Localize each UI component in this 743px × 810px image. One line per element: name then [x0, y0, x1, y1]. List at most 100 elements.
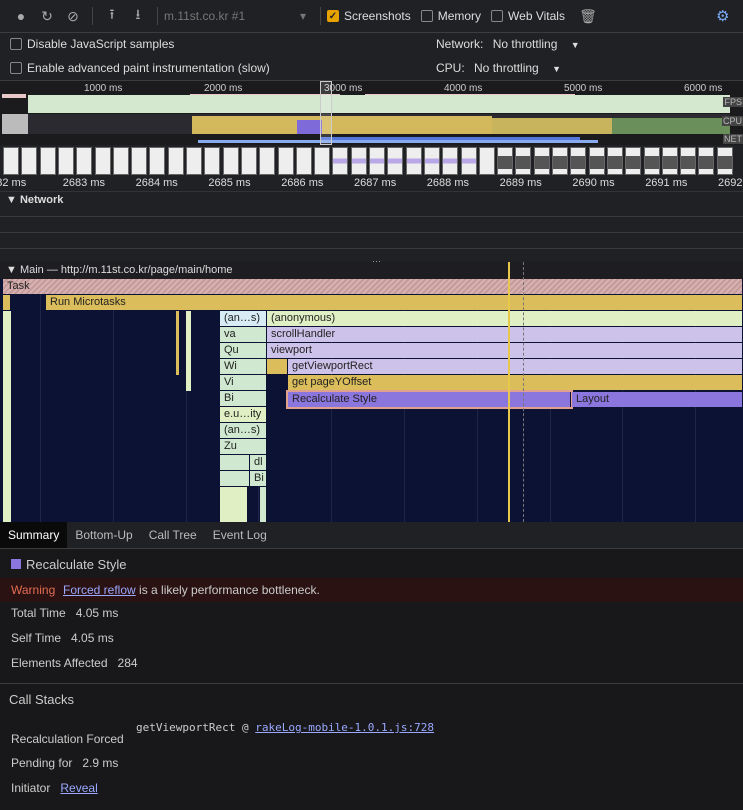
source-link[interactable]: rakeLog-mobile-1.0.1.js:728 — [255, 721, 434, 734]
flame-scroll-handler[interactable]: scrollHandler — [267, 327, 743, 342]
flame-wi[interactable]: Wi — [220, 359, 267, 374]
screenshot-thumbnail[interactable] — [625, 147, 642, 175]
memory-checkbox[interactable] — [420, 10, 433, 22]
ruler-label: 4000 ms — [444, 83, 483, 94]
expand-arrow-icon[interactable]: ▼ — [6, 264, 17, 276]
screenshot-thumbnail[interactable] — [204, 147, 221, 175]
adv-paint-checkbox[interactable] — [10, 62, 22, 74]
flame-eu-ity[interactable]: e.u…ity — [220, 407, 267, 422]
screenshot-thumbnail[interactable] — [570, 147, 587, 175]
flame-anon-short-2[interactable]: (an…s) — [220, 423, 267, 438]
gear-icon[interactable]: ⚙ — [716, 7, 729, 25]
disable-js-label: Disable JavaScript samples — [27, 37, 175, 51]
main-track-header[interactable]: ▼ Main — http://m.11st.co.kr/page/main/h… — [0, 262, 743, 279]
time-tick-label: 2682 ms — [0, 177, 27, 189]
screenshot-thumbnail[interactable] — [350, 147, 367, 175]
time-tick-label: 2685 ms — [208, 177, 251, 189]
tab-call-tree[interactable]: Call Tree — [141, 522, 205, 548]
flame-qu[interactable]: Qu — [220, 343, 267, 358]
flame-va[interactable]: va — [220, 327, 267, 342]
web-vitals-checkbox[interactable] — [491, 10, 504, 22]
screenshot-thumbnail[interactable] — [332, 147, 349, 175]
screenshot-thumbnail[interactable] — [112, 147, 129, 175]
flame-bi[interactable]: Bi — [220, 391, 267, 406]
tab-bottom-up[interactable]: Bottom-Up — [67, 522, 140, 548]
upload-icon[interactable]: ⭱ — [99, 4, 125, 28]
cpu-throttle-select[interactable]: No throttling ▼ — [474, 61, 561, 75]
flame-get-page-y-offset[interactable]: get pageYOffset — [288, 375, 743, 390]
screenshot-thumbnail[interactable] — [21, 147, 38, 175]
capture-settings: Disable JavaScript samples Enable advanc… — [0, 34, 743, 81]
flame-vi[interactable]: Vi — [220, 375, 267, 390]
screenshot-thumbnail[interactable] — [222, 147, 239, 175]
download-icon[interactable]: ⭳ — [125, 4, 151, 28]
screenshot-thumbnail[interactable] — [515, 147, 532, 175]
screenshot-thumbnail[interactable] — [94, 147, 111, 175]
selection-window[interactable] — [320, 81, 332, 145]
chevron-down-icon: ▾ — [299, 9, 306, 23]
screenshot-thumbnail[interactable] — [76, 147, 93, 175]
screenshot-thumbnail[interactable] — [186, 147, 202, 175]
trash-icon[interactable]: 🗑 — [575, 8, 601, 25]
flame-zu[interactable]: Zu — [220, 439, 267, 454]
main-thread-flamechart[interactable]: ▼ Main — http://m.11st.co.kr/page/main/h… — [0, 262, 743, 522]
clear-icon[interactable]: ⊘ — [60, 8, 86, 25]
screenshot-thumbnail[interactable] — [442, 147, 459, 175]
screenshot-thumbnail[interactable] — [240, 147, 257, 175]
screenshot-thumbnail[interactable] — [680, 147, 697, 175]
screenshot-thumbnail[interactable] — [661, 147, 678, 175]
record-icon[interactable]: ● — [8, 8, 34, 24]
screenshot-thumbnail[interactable] — [423, 147, 440, 175]
screenshot-thumbnail[interactable] — [167, 147, 184, 175]
target-select[interactable]: m.11st.co.kr #1 ▾ — [164, 9, 314, 23]
flame-recalculate-style[interactable]: Recalculate Style — [286, 390, 573, 409]
network-track-label: Network — [19, 194, 64, 206]
call-stacks-heading: Call Stacks — [9, 692, 75, 707]
screenshot-thumbnail[interactable] — [698, 147, 715, 175]
screenshot-thumbnail[interactable] — [552, 147, 568, 175]
screenshot-thumbnail[interactable] — [314, 147, 331, 175]
flame-bi-2[interactable]: Bi — [250, 471, 267, 486]
flame-task[interactable]: Task — [3, 279, 743, 294]
flame-layout[interactable]: Layout — [572, 392, 743, 407]
flame-anonymous[interactable]: (anonymous) — [267, 311, 743, 326]
tab-event-log[interactable]: Event Log — [205, 522, 275, 548]
screenshot-thumbnail[interactable] — [295, 147, 312, 175]
screenshot-thumbnail[interactable] — [716, 147, 733, 175]
screenshot-thumbnail[interactable] — [149, 147, 166, 175]
screenshot-thumbnail[interactable] — [405, 147, 422, 175]
screenshot-thumbnail[interactable] — [588, 147, 605, 175]
flame-anon-short[interactable]: (an…s) — [220, 311, 267, 326]
reveal-link[interactable]: Reveal — [60, 781, 97, 795]
tab-summary[interactable]: Summary — [0, 522, 68, 548]
screenshot-thumbnail[interactable] — [131, 147, 148, 175]
pending-for-label: Pending for — [11, 756, 73, 770]
screenshot-thumbnail[interactable] — [277, 147, 294, 175]
flame-run-microtasks[interactable]: Run Microtasks — [46, 295, 743, 310]
disable-js-checkbox[interactable] — [10, 38, 22, 50]
screenshot-thumbnail[interactable] — [460, 147, 477, 175]
flame-dl[interactable]: dl — [250, 455, 267, 470]
screenshots-checkbox[interactable]: ✓ — [327, 10, 339, 22]
screenshot-thumbnail[interactable] — [387, 147, 404, 175]
cpu-label: CPU: — [436, 61, 465, 75]
screenshot-thumbnail[interactable] — [369, 147, 385, 175]
reload-icon[interactable]: ↻ — [34, 8, 60, 25]
forced-reflow-link[interactable]: Forced reflow — [63, 583, 136, 597]
screenshot-thumbnail[interactable] — [497, 147, 514, 175]
expand-arrow-icon[interactable]: ▼ — [6, 194, 17, 206]
web-vitals-label: Web Vitals — [508, 9, 565, 23]
flame-viewport[interactable]: viewport — [267, 343, 743, 358]
screenshot-thumbnail[interactable] — [533, 147, 550, 175]
screenshot-thumbnail[interactable] — [57, 147, 74, 175]
screenshot-thumbnail[interactable] — [643, 147, 660, 175]
screenshot-thumbnail[interactable] — [259, 147, 276, 175]
screenshot-thumbnail[interactable] — [606, 147, 623, 175]
screenshot-thumbnail[interactable] — [39, 147, 56, 175]
timeline-overview[interactable]: 1000 ms 2000 ms 3000 ms 4000 ms 5000 ms … — [0, 81, 743, 145]
network-track[interactable]: ▼ Network ··· — [0, 191, 743, 266]
network-throttle-select[interactable]: No throttling ▼ — [493, 37, 580, 51]
flame-get-viewport-rect[interactable]: getViewportRect — [288, 359, 743, 374]
screenshot-thumbnail[interactable] — [3, 147, 19, 175]
screenshot-thumbnail[interactable] — [478, 147, 495, 175]
